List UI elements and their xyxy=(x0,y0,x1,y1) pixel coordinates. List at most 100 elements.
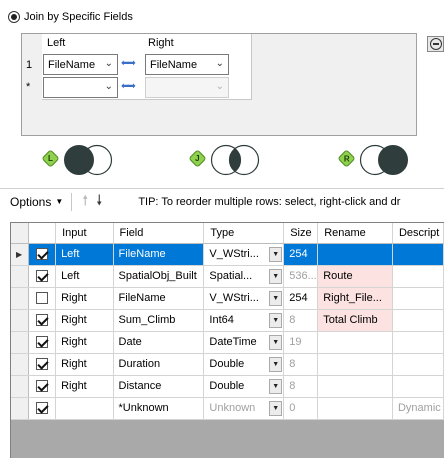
row-header[interactable] xyxy=(11,331,30,354)
description-cell[interactable] xyxy=(392,287,444,310)
include-checkbox[interactable] xyxy=(36,270,49,283)
include-checkbox[interactable] xyxy=(36,358,49,371)
row-header[interactable] xyxy=(11,397,30,420)
description-cell[interactable] xyxy=(392,375,444,398)
fields-table: Input Field Type Size Rename Descript ▶ L… xyxy=(11,223,444,420)
row-header[interactable]: ▶ xyxy=(11,243,30,266)
swap-arrows-icon[interactable]: ⬅➡ xyxy=(121,81,136,92)
include-checkbox-cell[interactable] xyxy=(28,397,57,420)
table-row[interactable]: Right Date DateTime ▼ 19 xyxy=(11,331,444,354)
include-checkbox-cell[interactable] xyxy=(28,331,57,354)
column-header-field[interactable]: Field xyxy=(113,223,205,244)
type-dropdown-icon[interactable]: ▼ xyxy=(269,312,283,328)
include-checkbox[interactable] xyxy=(36,336,49,349)
options-label: Options xyxy=(10,194,52,209)
include-checkbox-cell[interactable] xyxy=(28,309,57,332)
type-cell[interactable]: Unknown ▼ xyxy=(203,397,285,420)
rename-cell[interactable]: Total Climb xyxy=(317,309,393,332)
right-join-venn-icon xyxy=(359,144,408,176)
rename-cell[interactable] xyxy=(317,375,393,398)
include-checkbox-cell[interactable] xyxy=(28,265,57,288)
include-checkbox[interactable] xyxy=(36,380,49,393)
type-dropdown-icon[interactable]: ▼ xyxy=(269,334,283,350)
chevron-down-icon: ⌄ xyxy=(104,58,113,69)
options-dropdown-button[interactable]: Options ▼ xyxy=(10,195,63,209)
left-field-select-new[interactable]: ⌄ xyxy=(43,77,118,98)
radio-selected-icon[interactable] xyxy=(8,11,20,23)
description-cell[interactable]: Dynamic xyxy=(392,397,444,420)
size-cell[interactable]: 8 xyxy=(283,375,319,398)
right-field-select-1[interactable]: FileName ⌄ xyxy=(145,54,229,75)
column-header-rename[interactable]: Rename xyxy=(317,223,393,244)
table-row[interactable]: Left SpatialObj_Built Spatial... ▼ 536... Rou… xyxy=(11,265,444,288)
swap-arrows-icon[interactable]: ⬅➡ xyxy=(121,58,136,69)
table-row[interactable]: *Unknown Unknown ▼ 0 Dynamic xyxy=(11,397,444,420)
rename-cell[interactable] xyxy=(317,353,393,376)
include-checkbox[interactable] xyxy=(36,292,49,305)
column-header-input[interactable]: Input xyxy=(55,223,114,244)
rename-cell[interactable]: Right_File... xyxy=(317,287,393,310)
left-join-output[interactable]: L xyxy=(41,144,116,176)
type-cell[interactable]: DateTime ▼ xyxy=(203,331,285,354)
move-up-arrow-icon[interactable]: 🠕 xyxy=(82,190,88,214)
type-cell[interactable]: V_WStri... ▼ xyxy=(203,243,285,266)
table-row[interactable]: Right Duration Double ▼ 8 xyxy=(11,353,444,376)
include-checkbox-cell[interactable] xyxy=(28,375,57,398)
column-header-description[interactable]: Descript xyxy=(392,223,444,244)
include-checkbox-cell[interactable] xyxy=(28,287,57,310)
row-header[interactable] xyxy=(11,375,30,398)
include-checkbox-cell[interactable] xyxy=(28,243,57,266)
include-checkbox-cell[interactable] xyxy=(28,353,57,376)
left-field-value: FileName xyxy=(48,58,96,71)
remove-row-button[interactable] xyxy=(427,36,444,52)
description-cell[interactable] xyxy=(392,243,444,266)
description-cell[interactable] xyxy=(392,309,444,332)
type-cell[interactable]: Spatial... ▼ xyxy=(203,265,285,288)
join-by-specific-fields-option[interactable]: Join by Specific Fields xyxy=(8,11,133,23)
size-cell[interactable]: 19 xyxy=(283,331,319,354)
move-down-arrow-icon[interactable]: 🠗 xyxy=(96,190,102,214)
table-row[interactable]: Right FileName V_WStri... ▼ 254 Right_File... xyxy=(11,287,444,310)
type-cell[interactable]: V_WStri... ▼ xyxy=(203,287,285,310)
include-checkbox[interactable] xyxy=(36,314,49,327)
row-header[interactable] xyxy=(11,353,30,376)
table-row[interactable]: Right Sum_Climb Int64 ▼ 8 Total Climb xyxy=(11,309,444,332)
size-cell[interactable]: 536... xyxy=(283,265,319,288)
type-cell[interactable]: Int64 ▼ xyxy=(203,309,285,332)
column-header-size[interactable]: Size xyxy=(283,223,319,244)
type-dropdown-icon[interactable]: ▼ xyxy=(269,356,283,372)
type-cell[interactable]: Double ▼ xyxy=(203,375,285,398)
input-cell: Left xyxy=(55,265,114,288)
size-cell[interactable]: 8 xyxy=(283,309,319,332)
column-header-type[interactable]: Type xyxy=(203,223,285,244)
include-checkbox[interactable] xyxy=(36,402,49,415)
right-join-output[interactable]: R xyxy=(337,144,412,176)
description-cell[interactable] xyxy=(392,331,444,354)
type-dropdown-icon[interactable]: ▼ xyxy=(269,378,283,394)
type-cell[interactable]: Double ▼ xyxy=(203,353,285,376)
type-dropdown-icon[interactable]: ▼ xyxy=(269,290,283,306)
rename-cell[interactable] xyxy=(317,331,393,354)
rename-cell[interactable] xyxy=(317,397,393,420)
type-dropdown-icon[interactable]: ▼ xyxy=(269,400,283,416)
description-cell[interactable] xyxy=(392,265,444,288)
inner-join-output[interactable]: J xyxy=(188,144,263,176)
size-cell[interactable]: 8 xyxy=(283,353,319,376)
size-cell[interactable]: 254 xyxy=(283,287,319,310)
rename-cell[interactable]: Route xyxy=(317,265,393,288)
size-cell[interactable]: 254 xyxy=(283,243,319,266)
right-field-select-new: ⌄ xyxy=(145,77,229,98)
description-cell[interactable] xyxy=(392,353,444,376)
row-header[interactable] xyxy=(11,287,30,310)
row-header[interactable] xyxy=(11,309,30,332)
table-row[interactable]: Right Distance Double ▼ 8 xyxy=(11,375,444,398)
size-cell[interactable]: 0 xyxy=(283,397,319,420)
left-field-select-1[interactable]: FileName ⌄ xyxy=(43,54,118,75)
field-cell: Date xyxy=(113,331,205,354)
row-header[interactable] xyxy=(11,265,30,288)
type-dropdown-icon[interactable]: ▼ xyxy=(269,268,283,284)
include-checkbox[interactable] xyxy=(36,248,49,261)
table-row[interactable]: ▶ Left FileName V_WStri... ▼ 254 xyxy=(11,243,444,266)
type-dropdown-icon[interactable]: ▼ xyxy=(269,246,283,262)
rename-cell[interactable] xyxy=(317,243,393,266)
